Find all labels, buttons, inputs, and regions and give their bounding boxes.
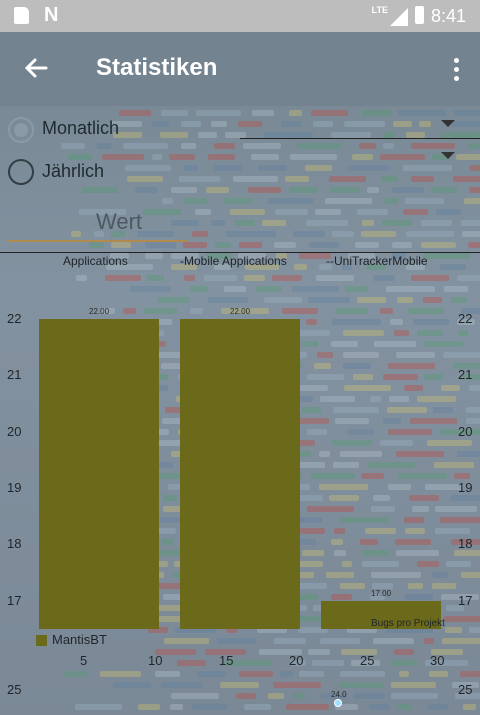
signal-icon [390, 8, 408, 26]
back-arrow-icon[interactable] [22, 54, 50, 82]
monthly-label: Monatlich [42, 118, 120, 138]
y-tick-right: 19 [458, 480, 473, 496]
page-title: Statistiken [96, 54, 218, 81]
y-tick-right: 18 [458, 536, 473, 552]
monthly-radio[interactable] [8, 117, 34, 143]
bar [180, 318, 300, 629]
chart-description: Bugs pro Projekt [371, 618, 445, 629]
y-tick-left: 21 [7, 367, 22, 383]
y-tick-left: 22 [7, 310, 22, 326]
x-tick: 20 [289, 653, 304, 668]
spinner-1-underline [240, 138, 480, 139]
second-chart-y-tick-right: 25 [458, 682, 473, 697]
value-input[interactable]: Wert [96, 209, 142, 235]
second-chart-point-label: 24.0 [331, 690, 347, 699]
clock: 8:41 [430, 6, 466, 26]
category-label: -Mobile Applications [180, 254, 287, 268]
yearly-radio[interactable] [8, 159, 34, 185]
x-tick: 5 [80, 653, 88, 668]
x-tick: 25 [360, 653, 375, 668]
app-bar: Statistiken [0, 32, 480, 106]
spinner-2-dropdown-icon[interactable] [441, 152, 455, 159]
bar-value-label: 17.00 [371, 588, 392, 598]
y-tick-left: 17 [7, 592, 22, 608]
bar-value-label: 22.00 [230, 306, 251, 316]
x-tick: 10 [148, 653, 163, 668]
y-tick-right: 21 [458, 367, 473, 383]
bar-chart: Applications -Mobile Applications --UniTra… [0, 252, 480, 715]
y-tick-right: 22 [458, 310, 473, 326]
yearly-label: Jährlich [42, 161, 105, 181]
status-bar: N LTE 8:41 [0, 0, 480, 32]
y-tick-left: 18 [7, 536, 22, 552]
y-tick-right: 17 [458, 592, 473, 608]
x-tick: 15 [219, 653, 234, 668]
lte-label: LTE [371, 5, 388, 15]
second-chart-point [334, 699, 342, 707]
value-input-underline [8, 240, 188, 242]
bar-value-label: 22.00 [89, 306, 110, 316]
y-tick-left: 20 [7, 423, 22, 439]
y-tick-left: 19 [7, 480, 22, 496]
category-label: --UniTrackerMobile [326, 254, 428, 268]
sd-card-icon [14, 7, 29, 24]
x-tick: 30 [430, 653, 445, 668]
bar [39, 318, 159, 629]
n-notification-icon: N [44, 4, 59, 26]
legend-label: MantisBT [52, 632, 107, 647]
legend-swatch [36, 635, 47, 646]
category-label: Applications [63, 254, 128, 268]
spinner-1-dropdown-icon[interactable] [441, 120, 455, 127]
second-chart-y-tick-left: 25 [7, 682, 22, 697]
y-tick-right: 20 [458, 423, 473, 439]
more-options-icon[interactable] [454, 58, 460, 85]
battery-icon [415, 6, 424, 24]
